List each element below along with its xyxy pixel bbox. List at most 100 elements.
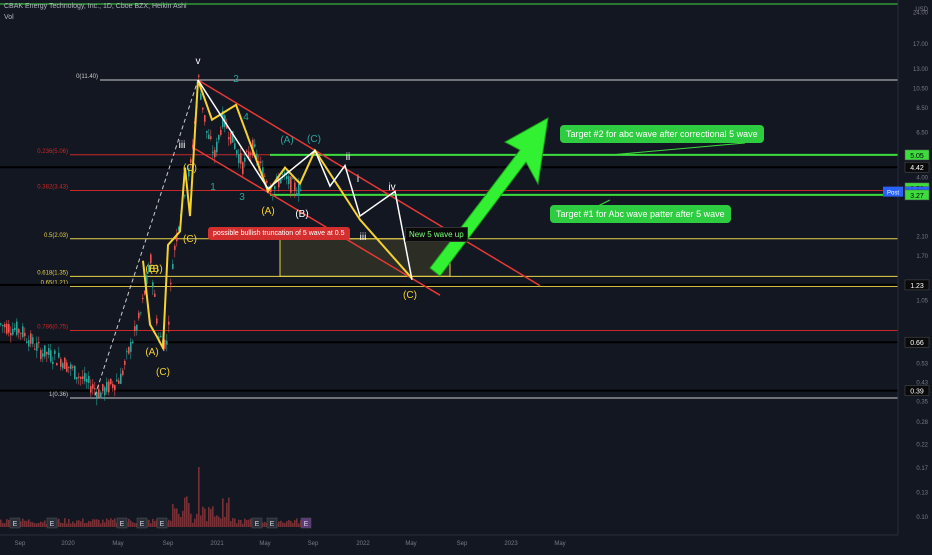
volume-bar	[210, 508, 212, 527]
volume-bar	[90, 521, 92, 527]
wave-label: (B)	[145, 264, 158, 275]
candle-body	[98, 388, 100, 398]
volume-bar	[278, 521, 280, 527]
candle-body	[202, 107, 204, 110]
candle-body	[292, 178, 294, 180]
volume-bar	[198, 467, 200, 527]
candle-body	[74, 365, 76, 380]
candle-body	[152, 282, 154, 288]
x-tick-label: 2021	[210, 541, 224, 547]
candle-body	[44, 345, 46, 357]
target-2-callout: Target #2 for abc wave after correctiona…	[560, 125, 764, 143]
candle-body	[14, 327, 16, 331]
candle-body	[72, 366, 74, 368]
candle-body	[136, 325, 138, 331]
chart[interactable]: 0(11.40) 0.236(5.06) 0.382(3.43) 0.5(2.03) 0…	[0, 0, 932, 550]
volume-bar	[190, 513, 192, 527]
volume-bar	[182, 510, 184, 527]
target-1-callout: Target #1 for Abc wave patter after 5 wa…	[550, 205, 731, 223]
candle-body	[102, 384, 104, 392]
candle-body	[296, 193, 298, 196]
volume-bar	[36, 523, 38, 527]
y-tick-label: 0.10	[916, 515, 928, 521]
candle-body	[228, 137, 230, 140]
volume-bar	[298, 523, 300, 527]
wave-label: (A)	[261, 206, 274, 217]
x-tick-label: Sep	[457, 541, 468, 547]
volume-bar	[222, 498, 224, 527]
x-tick-label: 2020	[61, 541, 75, 547]
y-tick-label: 0.35	[916, 400, 928, 406]
volume-bar	[228, 497, 230, 527]
volume-bar	[226, 503, 228, 527]
candle-body	[10, 333, 12, 336]
volume-bar	[26, 520, 28, 527]
volume-bar	[86, 522, 88, 527]
volume-bar	[172, 503, 174, 527]
candle-body	[118, 380, 120, 384]
volume-bar	[128, 518, 130, 527]
volume-bar	[94, 519, 96, 527]
candle-body	[50, 350, 52, 362]
candle-body	[82, 376, 84, 380]
volume-bar	[2, 523, 4, 527]
y-tick-label: 0.22	[916, 442, 928, 448]
y-tick-label: 13.00	[913, 67, 929, 73]
candle-body	[168, 321, 170, 325]
volume-bar	[92, 519, 94, 527]
candle-body	[210, 136, 212, 139]
volume-bar	[250, 518, 252, 527]
candle-body	[134, 326, 136, 331]
volume-bar	[282, 522, 284, 527]
candle-body	[294, 182, 296, 191]
volume-bar	[84, 522, 86, 527]
candle-body	[36, 342, 38, 351]
candle-body	[130, 341, 132, 352]
target2-connector	[609, 142, 746, 156]
volume-bar	[246, 519, 248, 527]
wave-label: (A)	[145, 347, 158, 358]
y-tick-label: 2.10	[916, 235, 928, 241]
chart-canvas[interactable]: 0(11.40) 0.236(5.06) 0.382(3.43) 0.5(2.03) 0…	[0, 0, 932, 550]
candle-body	[236, 150, 238, 154]
fib-label: 0.786(0.75)	[37, 324, 68, 330]
volume-bar	[170, 520, 172, 527]
x-tick-label: 2022	[356, 541, 370, 547]
candle-body	[8, 324, 10, 333]
candle-body	[246, 150, 248, 152]
volume-bar	[76, 520, 78, 527]
volume-bar	[106, 518, 108, 527]
candle-body	[240, 153, 242, 164]
candle-body	[92, 384, 94, 389]
volume-bar	[44, 520, 46, 527]
volume-bar	[40, 521, 42, 527]
volume-bar	[214, 516, 216, 527]
volume-bar	[180, 517, 182, 527]
volume-bar	[32, 522, 34, 527]
volume-bar	[286, 521, 288, 527]
volume-bar	[96, 519, 98, 527]
volume-bar	[66, 523, 68, 527]
volume-bar	[24, 520, 26, 527]
candle-body	[230, 132, 232, 144]
volume-bar	[152, 518, 154, 527]
candle-body	[62, 363, 64, 369]
truncation-callout: possible bullish truncation of 5 wave at…	[208, 227, 350, 240]
price-label: 0.66	[910, 340, 924, 347]
wave-label: 4	[243, 112, 249, 123]
y-tick-label: 1.70	[916, 254, 928, 260]
candle-body	[46, 351, 48, 355]
candle-body	[208, 134, 210, 139]
candle-body	[66, 362, 68, 372]
y-tick-label: 17.00	[913, 42, 929, 48]
candle-body	[90, 386, 92, 393]
candle-body	[52, 361, 54, 365]
candle-body	[150, 254, 152, 264]
volume-bar	[220, 518, 222, 527]
volume-bar	[62, 523, 64, 527]
volume-bar	[74, 523, 76, 527]
x-tick-label: May	[259, 541, 270, 547]
volume-bar	[208, 507, 210, 527]
candle-body	[220, 129, 222, 135]
wave-label: v	[196, 56, 201, 67]
